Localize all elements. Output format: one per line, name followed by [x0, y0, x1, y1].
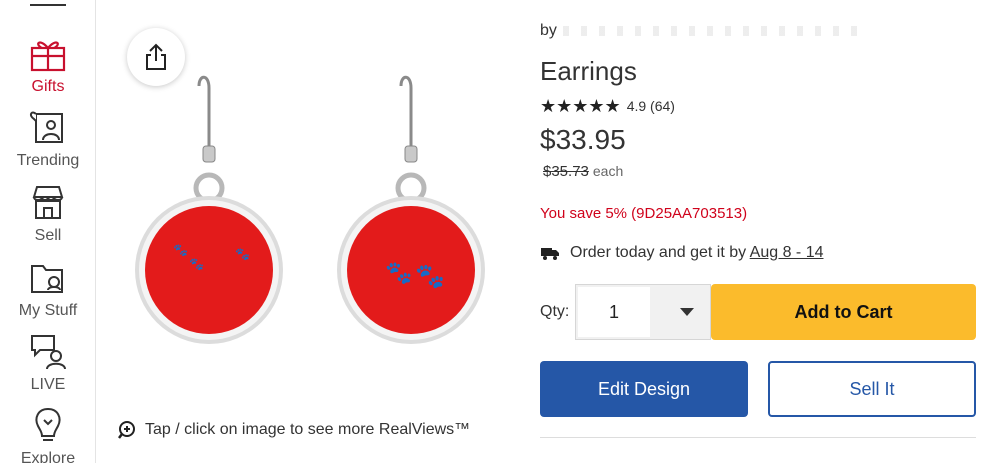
each-label: each [592, 163, 624, 179]
delivery-prefix: Order today and get it by [570, 244, 747, 261]
trending-heart-icon [29, 111, 63, 143]
qty-label: Qty: [540, 303, 570, 320]
rating-summary[interactable]: ★★★★★ 4.9 (64) [540, 97, 675, 115]
sell-it-button[interactable]: Sell It [768, 361, 976, 417]
store-icon [32, 186, 64, 219]
designer-line[interactable]: by [540, 22, 863, 40]
nav-label: Trending [16, 152, 80, 169]
section-divider [540, 437, 976, 438]
svg-text:🐾: 🐾 [385, 261, 412, 286]
chevron-down-icon [680, 308, 694, 316]
delivery-estimate: Order today and get it by Aug 8 - 14 [540, 244, 824, 262]
product-image[interactable]: 🐾 🐾 🐾 🐾 🐾 [127, 70, 507, 360]
zoom-in-icon [118, 421, 135, 439]
truck-icon [541, 248, 559, 260]
redacted-designer-name [562, 26, 863, 36]
nav-item-my-stuff[interactable]: My Stuff [0, 258, 96, 320]
nav-item-gifts[interactable]: Gifts [0, 34, 96, 96]
side-nav: Gifts Trending Sell My Stuff LIVE Explor… [0, 0, 96, 463]
share-icon [146, 43, 166, 70]
product-price: $33.95 [540, 124, 626, 155]
add-to-cart-button[interactable]: Add to Cart [711, 284, 976, 340]
edit-design-button[interactable]: Edit Design [540, 361, 748, 417]
chat-person-icon [31, 335, 66, 370]
earring-right: 🐾 🐾 [337, 75, 485, 344]
product-title: Earrings [540, 56, 637, 86]
product-gallery: 🐾 🐾 🐾 🐾 🐾 Tap / click on image to see mo… [97, 0, 517, 463]
svg-text:🐾: 🐾 [415, 262, 445, 290]
lightbulb-icon [35, 407, 61, 441]
by-label: by [540, 22, 557, 39]
savings-text: You save 5% (9D25AA703513) [540, 205, 748, 222]
product-info: by Earrings ★★★★★ 4.9 (64) $33.95 $35.73… [540, 0, 980, 463]
earring-left: 🐾 🐾 🐾 [135, 75, 283, 344]
rating-text: 4.9 (64) [626, 98, 675, 114]
realviews-text: Tap / click on image to see more RealVie… [145, 421, 471, 438]
nav-item-trending[interactable]: Trending [0, 108, 96, 170]
nav-item-sell[interactable]: Sell [0, 183, 96, 245]
quantity-value: 1 [578, 287, 650, 337]
strikethrough-price: $35.73 [543, 163, 589, 180]
gift-icon [30, 41, 66, 72]
nav-label: My Stuff [18, 302, 78, 319]
svg-text:🐾: 🐾 [189, 257, 204, 271]
nav-item-live[interactable]: LIVE [0, 332, 96, 394]
star-rating-icon: ★★★★★ [540, 96, 621, 116]
delivery-date-link[interactable]: Aug 8 - 14 [750, 244, 824, 261]
quantity-select[interactable]: 1 [575, 284, 711, 340]
svg-text:🐾: 🐾 [235, 247, 250, 261]
nav-label: Explore [20, 450, 76, 463]
nav-label: Sell [34, 227, 62, 244]
folder-icon [31, 265, 63, 293]
product-page: Gifts Trending Sell My Stuff LIVE Explor… [0, 0, 998, 463]
original-price: $35.73 each [543, 163, 623, 180]
menu-divider [30, 4, 66, 6]
nav-label: Gifts [31, 78, 65, 95]
nav-label: LIVE [30, 376, 66, 393]
svg-text:🐾: 🐾 [173, 243, 188, 257]
nav-item-explore[interactable]: Explore [0, 406, 96, 463]
realviews-link[interactable]: Tap / click on image to see more RealVie… [117, 420, 470, 440]
